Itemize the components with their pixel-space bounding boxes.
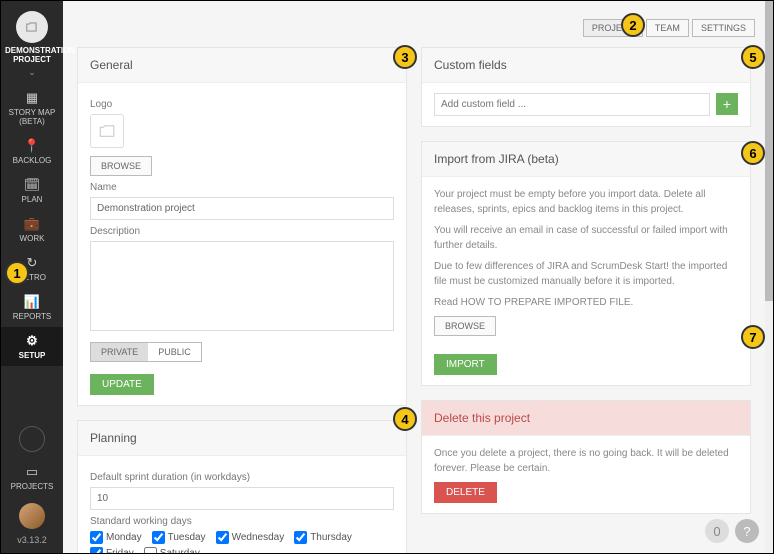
nav-label: SETUP	[19, 351, 46, 360]
jira-text-1: Your project must be empty before you im…	[434, 187, 738, 217]
day-checkbox[interactable]	[152, 531, 165, 544]
nav-label: STORY MAP (BETA)	[9, 108, 56, 126]
projects-label: PROJECTS	[11, 482, 54, 491]
panel-delete-project: Delete this project Once you delete a pr…	[421, 400, 751, 514]
day-wednesday[interactable]: Wednesday	[216, 531, 285, 544]
day-thursday[interactable]: Thursday	[294, 531, 352, 544]
chevron-down-icon[interactable]: ⌄	[1, 67, 63, 78]
timer-icon[interactable]	[19, 426, 45, 452]
content: General Logo BROWSE Name Description PRI…	[63, 1, 765, 553]
scrollbar[interactable]	[765, 1, 773, 553]
project-avatar-icon[interactable]	[16, 11, 48, 43]
sidebar-item-backlog[interactable]: 📍 BACKLOG	[1, 132, 63, 171]
custom-field-input[interactable]	[434, 93, 710, 116]
logo-preview	[90, 114, 124, 148]
callout-5: 5	[741, 45, 765, 69]
panel-general: General Logo BROWSE Name Description PRI…	[77, 47, 407, 406]
jira-text-4: Read HOW TO PREPARE IMPORTED FILE.	[434, 295, 738, 310]
day-friday[interactable]: Friday	[90, 547, 134, 553]
nav-icon: ▦	[3, 90, 61, 106]
panel-custom-fields-header: Custom fields	[422, 48, 750, 83]
footer-icons: 0 ?	[705, 519, 759, 543]
nav-label: PLAN	[22, 195, 43, 204]
description-label: Description	[90, 226, 394, 237]
description-input[interactable]	[90, 241, 394, 331]
version-label: v3.13.2	[1, 535, 63, 553]
nav-icon: 📍	[3, 138, 61, 154]
callout-6: 6	[741, 141, 765, 165]
name-label: Name	[90, 182, 394, 193]
delete-button[interactable]: DELETE	[434, 482, 497, 503]
nav-icon: 📊	[3, 294, 61, 310]
add-custom-field-button[interactable]: +	[716, 93, 738, 115]
day-checkbox[interactable]	[144, 547, 157, 553]
panel-general-header: General	[78, 48, 406, 83]
sidebar-item-work[interactable]: 💼 WORK	[1, 210, 63, 249]
duration-label: Default sprint duration (in workdays)	[90, 472, 394, 483]
sidebar-item-reports[interactable]: 📊 REPORTS	[1, 288, 63, 327]
workdays-label: Standard working days	[90, 516, 394, 527]
nav-icon: 💼	[3, 216, 61, 232]
panel-delete-header: Delete this project	[422, 401, 750, 436]
project-name: DEMONSTRATION PROJECT	[1, 47, 63, 67]
duration-input[interactable]	[90, 487, 394, 510]
privacy-toggle: PRIVATE PUBLIC	[90, 342, 202, 362]
panel-planning-header: Planning	[78, 421, 406, 456]
sidebar-item-setup[interactable]: ⚙ SETUP	[1, 327, 63, 366]
panel-jira-import: Import from JIRA (beta) Your project mus…	[421, 141, 751, 386]
callout-3: 3	[393, 45, 417, 69]
sidebar-item-story-map-beta-[interactable]: ▦ STORY MAP (BETA)	[1, 84, 63, 132]
day-checkbox[interactable]	[90, 531, 103, 544]
jira-text-3: Due to few differences of JIRA and Scrum…	[434, 259, 738, 289]
day-checkbox[interactable]	[294, 531, 307, 544]
day-monday[interactable]: Monday	[90, 531, 142, 544]
notification-count[interactable]: 0	[705, 519, 729, 543]
panel-custom-fields: Custom fields +	[421, 47, 751, 127]
help-icon[interactable]: ?	[735, 519, 759, 543]
nav-label: REPORTS	[13, 312, 52, 321]
jira-text-2: You will receive an email in case of suc…	[434, 223, 738, 253]
user-avatar[interactable]	[19, 503, 45, 529]
project-name-input[interactable]	[90, 197, 394, 220]
nav-icon: 🗓	[3, 177, 61, 193]
callout-4: 4	[393, 407, 417, 431]
sidebar-item-plan[interactable]: 🗓 PLAN	[1, 171, 63, 210]
update-button[interactable]: UPDATE	[90, 374, 154, 395]
nav-label: WORK	[20, 234, 45, 243]
panel-planning: Planning Default sprint duration (in wor…	[77, 420, 407, 553]
callout-1: 1	[5, 261, 29, 285]
scrollbar-thumb[interactable]	[765, 1, 773, 301]
nav-label: BACKLOG	[13, 156, 52, 165]
logo-label: Logo	[90, 99, 394, 110]
nav-icon: ⚙	[3, 333, 61, 349]
folder-icon: ▭	[3, 464, 61, 480]
import-button[interactable]: IMPORT	[434, 354, 497, 375]
panel-jira-header: Import from JIRA (beta)	[422, 142, 750, 177]
day-checkbox[interactable]	[90, 547, 103, 553]
callout-7: 7	[741, 325, 765, 349]
callout-2: 2	[621, 13, 645, 37]
day-saturday[interactable]: Saturday	[144, 547, 200, 553]
day-checkbox[interactable]	[216, 531, 229, 544]
browse-logo-button[interactable]: BROWSE	[90, 156, 152, 176]
sidebar-item-projects[interactable]: ▭ PROJECTS	[1, 458, 63, 497]
browse-jira-button[interactable]: BROWSE	[434, 316, 496, 336]
day-tuesday[interactable]: Tuesday	[152, 531, 206, 544]
privacy-public[interactable]: PUBLIC	[148, 343, 201, 361]
delete-warning-text: Once you delete a project, there is no g…	[434, 446, 738, 476]
privacy-private[interactable]: PRIVATE	[91, 343, 148, 361]
